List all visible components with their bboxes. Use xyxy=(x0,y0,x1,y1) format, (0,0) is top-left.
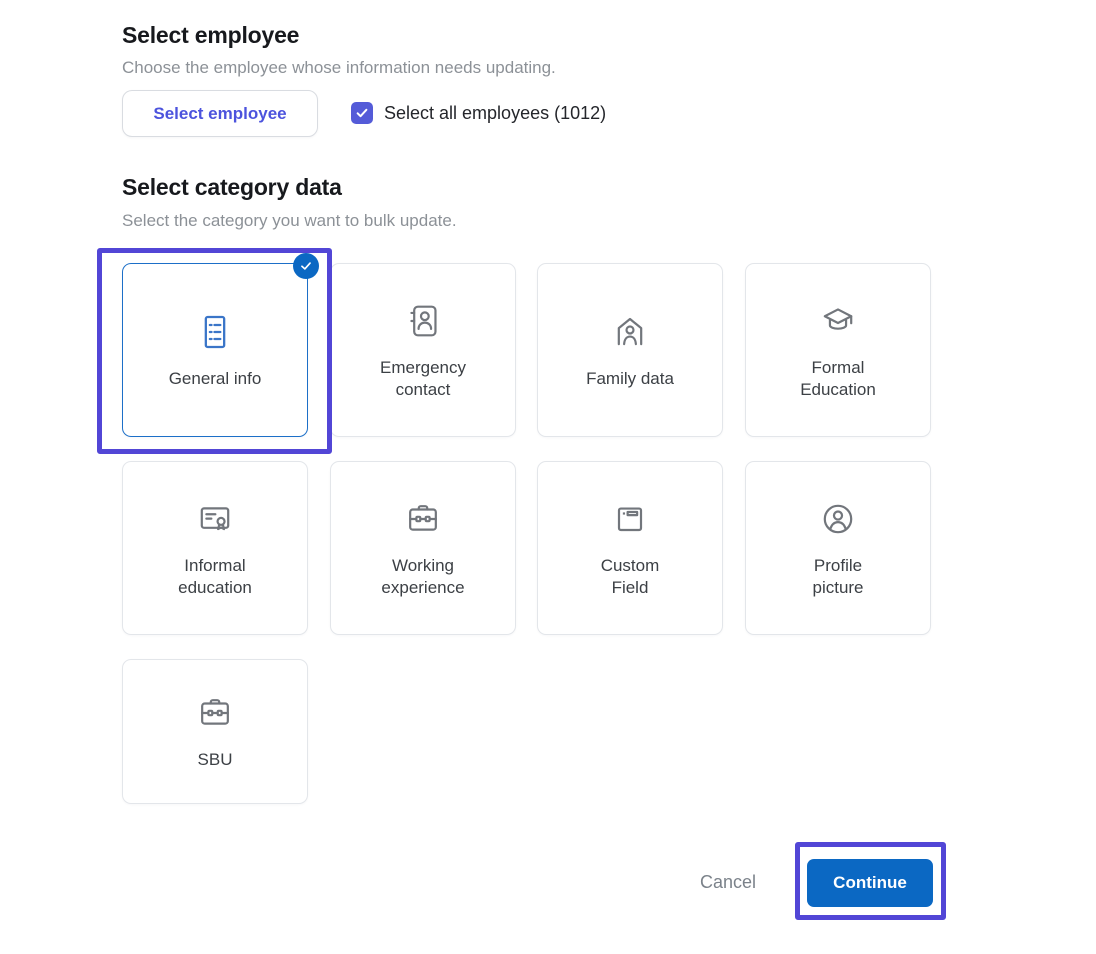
contact-book-icon xyxy=(401,299,445,343)
graduation-cap-icon xyxy=(816,299,860,343)
select-employee-subtitle: Choose the employee whose information ne… xyxy=(122,58,556,78)
category-card-working-experience[interactable]: Working experience xyxy=(330,461,516,635)
category-card-informal-education[interactable]: Informal education xyxy=(122,461,308,635)
briefcase-icon xyxy=(401,497,445,541)
bulk-update-form: Select employee Choose the employee whos… xyxy=(0,0,1096,954)
select-category-subtitle: Select the category you want to bulk upd… xyxy=(122,211,457,231)
category-card-custom-field[interactable]: Custom Field xyxy=(537,461,723,635)
checkmark-icon xyxy=(299,259,313,273)
select-employee-title: Select employee xyxy=(122,22,299,49)
category-card-label: Profile picture xyxy=(812,555,863,600)
category-card-profile-picture[interactable]: Profile picture xyxy=(745,461,931,635)
house-person-icon xyxy=(608,310,652,354)
category-card-label: Emergency contact xyxy=(380,357,466,402)
category-card-family-data[interactable]: Family data xyxy=(537,263,723,437)
select-category-title: Select category data xyxy=(122,174,342,201)
window-icon xyxy=(608,497,652,541)
category-card-general-info[interactable]: General info xyxy=(122,263,308,437)
certificate-icon xyxy=(193,497,237,541)
cancel-button[interactable]: Cancel xyxy=(700,872,756,893)
category-card-label: Family data xyxy=(586,368,674,390)
category-card-label: Formal Education xyxy=(800,357,876,402)
category-card-sbu[interactable]: SBU xyxy=(122,659,308,804)
user-circle-icon xyxy=(816,497,860,541)
select-all-employees-row: Select all employees (1012) xyxy=(351,102,606,124)
category-card-formal-education[interactable]: Formal Education xyxy=(745,263,931,437)
list-document-icon xyxy=(193,310,237,354)
category-card-label: Informal education xyxy=(178,555,252,600)
continue-button[interactable]: Continue xyxy=(807,859,933,907)
category-card-label: SBU xyxy=(198,749,233,771)
select-all-checkbox[interactable] xyxy=(351,102,373,124)
select-all-label: Select all employees (1012) xyxy=(384,103,606,124)
category-card-label: General info xyxy=(169,368,262,390)
category-card-label: Custom Field xyxy=(601,555,660,600)
selected-check-badge xyxy=(293,253,319,279)
briefcase-icon xyxy=(193,691,237,735)
select-employee-button[interactable]: Select employee xyxy=(122,90,318,137)
checkmark-icon xyxy=(355,106,369,120)
category-card-label: Working experience xyxy=(381,555,464,600)
category-card-emergency-contact[interactable]: Emergency contact xyxy=(330,263,516,437)
